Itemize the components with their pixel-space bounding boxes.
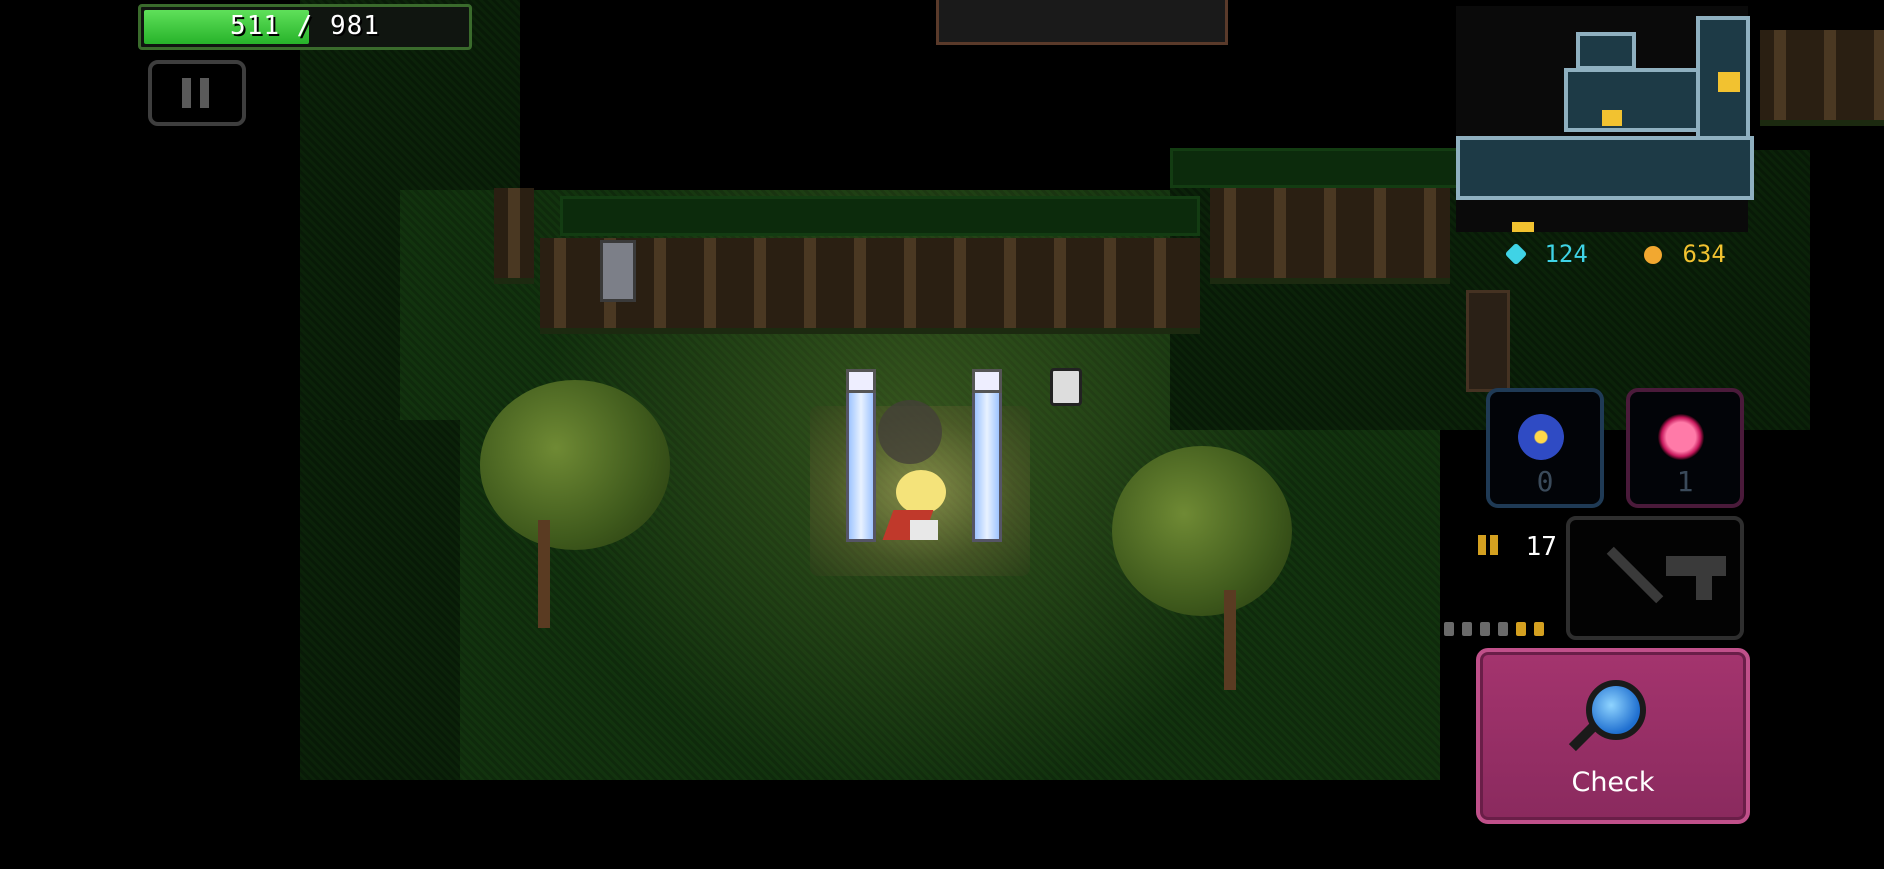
weapon-switch-button[interactable] (1566, 516, 1744, 640)
energy-value: 124 (1544, 240, 1588, 268)
potion-button[interactable]: 1 (1626, 388, 1744, 508)
tree-left-trunk (538, 520, 550, 628)
energy-counter: 124 (1504, 240, 1588, 268)
pistol-icon (1666, 556, 1726, 600)
magazine-pip (1444, 622, 1454, 636)
pause-icon (182, 78, 191, 108)
weapon-stand-object (600, 240, 636, 302)
skill-button[interactable]: 0 (1486, 388, 1604, 508)
gold-value: 634 (1682, 240, 1726, 268)
health-bar: 511 / 981 (138, 4, 472, 50)
minimap-marker (1512, 222, 1534, 232)
minimap-room (1576, 32, 1636, 70)
magazine-pip (1534, 622, 1544, 636)
gold-counter: 634 (1644, 240, 1726, 268)
check-button[interactable]: Check (1476, 648, 1750, 824)
minimap-room (1456, 136, 1754, 200)
tree-wall-far-right (1760, 30, 1884, 126)
tree-right (1112, 446, 1292, 616)
tree-wall (540, 238, 1200, 334)
bullet-icon (1478, 535, 1486, 555)
magazine-pip (1516, 622, 1526, 636)
health-text: 511 / 981 (141, 11, 469, 41)
left-pillar (846, 369, 876, 542)
minimap[interactable] (1456, 6, 1754, 232)
lightning-icon (1518, 414, 1564, 460)
pet-dog (1050, 368, 1082, 406)
potion-icon (1658, 414, 1704, 460)
pause-button[interactable] (148, 60, 246, 126)
hedge-top (560, 196, 1200, 236)
minimap-marker (1602, 110, 1622, 126)
ammo-value: 17 (1525, 532, 1557, 562)
stone-gate (936, 0, 1228, 45)
shield-orb (878, 400, 942, 464)
sword-icon (1606, 546, 1664, 604)
magazine-pip (1480, 622, 1490, 636)
tree-right-trunk (1224, 590, 1236, 690)
magazine-pip (1498, 622, 1508, 636)
tree-wall-right (1210, 188, 1450, 284)
health-current: 511 (230, 11, 281, 41)
health-separator: / (296, 11, 314, 41)
minimap-marker (1718, 72, 1740, 92)
magazine-pip (1462, 622, 1472, 636)
door-frame (1466, 290, 1510, 392)
coin-icon (1644, 246, 1662, 264)
lower-left-grass (300, 420, 460, 780)
skill-count: 0 (1536, 465, 1554, 498)
health-max: 981 (329, 11, 380, 41)
potion-count: 1 (1676, 465, 1694, 498)
tree-wall-left (494, 188, 534, 284)
gem-icon (1504, 242, 1528, 266)
check-label: Check (1571, 767, 1655, 798)
right-pillar (972, 369, 1002, 542)
ammo-counter: 17 (1478, 532, 1557, 562)
tree-left (480, 380, 670, 550)
hedge-right (1170, 148, 1470, 188)
player-character (882, 470, 952, 550)
